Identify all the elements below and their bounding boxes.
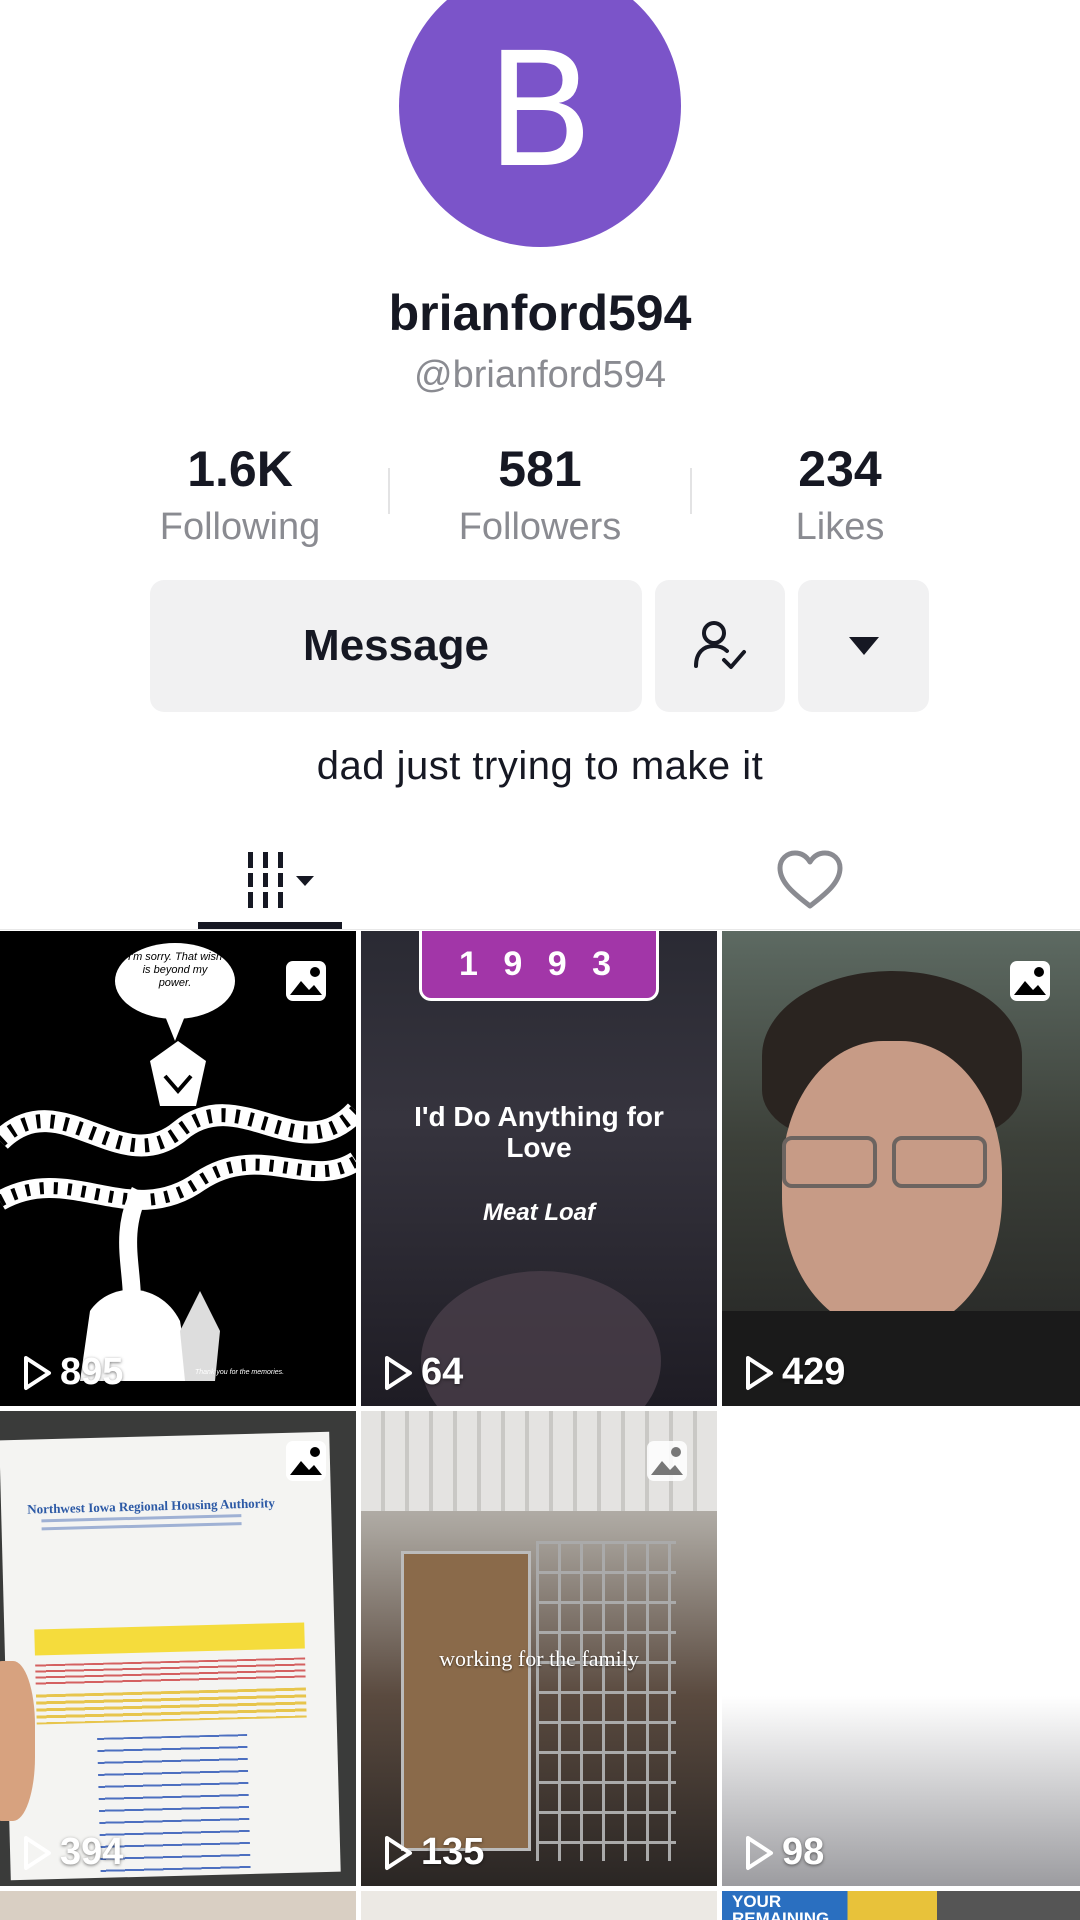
view-count-value: 429 — [782, 1351, 846, 1393]
photo-icon — [1010, 961, 1050, 1001]
year-badge: 1 9 9 3 — [419, 931, 659, 1001]
play-icon — [24, 1355, 51, 1390]
view-count-value: 135 — [421, 1831, 485, 1873]
caption-text: working for the family — [439, 1646, 639, 1671]
view-count: 64 — [383, 1351, 463, 1394]
username-handle: @brianford594 — [414, 354, 666, 396]
message-button-label: Message — [303, 621, 489, 670]
view-count-value: 895 — [60, 1351, 124, 1393]
view-count: 429 — [744, 1351, 845, 1394]
stat-divider — [690, 468, 692, 514]
message-button[interactable]: Message — [150, 580, 642, 712]
view-count-value: 394 — [60, 1831, 124, 1873]
view-count: 394 — [22, 1831, 123, 1874]
video-thumbnail-partial[interactable] — [0, 1891, 356, 1920]
likes-label: Likes — [795, 506, 885, 548]
display-name: brianford594 — [388, 285, 692, 341]
video-thumbnail-partial[interactable] — [361, 1891, 717, 1920]
view-count: 135 — [383, 1831, 484, 1874]
play-icon — [385, 1835, 412, 1870]
view-count-value: 64 — [421, 1351, 464, 1393]
grid-icon — [248, 852, 314, 908]
likes-count: 234 — [798, 441, 882, 497]
tab-liked[interactable] — [760, 830, 860, 930]
avatar-letter: B — [485, 19, 595, 203]
stat-followers[interactable]: 581 Followers — [410, 440, 670, 549]
video-thumbnail[interactable]: working for the family 135 — [361, 1411, 717, 1886]
signature-text: Thank you for the memories. — [195, 1369, 285, 1376]
video-thumbnail-partial[interactable]: YOUR REMAINING — [722, 1891, 1080, 1920]
glasses-left — [782, 1136, 877, 1188]
profile-bio: dad just trying to make it — [316, 744, 764, 788]
caret-down-icon — [848, 637, 879, 655]
view-count-value: 98 — [782, 1831, 825, 1873]
highlighted-text — [34, 1622, 305, 1656]
speech-bubble-text: I'm sorry. That wish is beyond my power. — [127, 951, 223, 989]
video-thumbnail[interactable]: 98 — [722, 1411, 1080, 1886]
play-icon — [746, 1355, 773, 1390]
tab-divider — [0, 929, 1080, 930]
video-thumbnail[interactable]: Northwest Iowa Regional Housing Authorit… — [0, 1411, 356, 1886]
user-check-icon — [694, 621, 746, 669]
stat-likes[interactable]: 234 Likes — [710, 440, 970, 549]
cart-boxes — [401, 1551, 531, 1851]
wire-cage — [536, 1541, 676, 1861]
stat-divider — [388, 468, 390, 514]
following-status-button[interactable] — [655, 580, 785, 712]
photo-icon — [286, 1441, 326, 1481]
view-count: 895 — [22, 1351, 123, 1394]
yellow-text-block — [35, 1687, 307, 1725]
red-text-block — [35, 1657, 306, 1687]
play-icon — [385, 1355, 412, 1390]
photo-icon — [286, 961, 326, 1001]
partial-thumbnail-text: YOUR REMAINING — [732, 1892, 830, 1920]
tab-videos[interactable] — [198, 830, 342, 930]
following-label: Following — [159, 506, 321, 548]
view-count: 98 — [744, 1831, 824, 1874]
paper-sheet: Northwest Iowa Regional Housing Authorit… — [0, 1431, 341, 1881]
video-thumbnail[interactable]: I'm sorry. That wish is beyond my power.… — [0, 931, 356, 1406]
followers-count: 581 — [498, 441, 582, 497]
artist-name: Meat Loaf — [482, 1199, 595, 1226]
photo-icon — [647, 1441, 687, 1481]
glasses-right — [892, 1136, 987, 1188]
following-count: 1.6K — [187, 441, 293, 497]
hand-shape — [0, 1661, 35, 1821]
video-thumbnail[interactable]: 1 9 9 3 I'd Do Anything for Love Meat Lo… — [361, 931, 717, 1406]
song-title: I'd Do Anything for Love — [414, 1101, 664, 1163]
play-icon — [24, 1835, 51, 1870]
play-icon — [746, 1835, 773, 1870]
letter-heading: Northwest Iowa Regional Housing Authorit… — [27, 1495, 276, 1517]
video-thumbnail[interactable]: 429 — [722, 931, 1080, 1406]
followers-label: Followers — [458, 506, 622, 548]
avatar[interactable]: B — [399, 0, 681, 247]
stat-following[interactable]: 1.6K Following — [110, 440, 370, 549]
more-options-button[interactable] — [798, 580, 929, 712]
heart-outline-icon — [777, 850, 843, 909]
letter-text-line — [41, 1522, 242, 1531]
